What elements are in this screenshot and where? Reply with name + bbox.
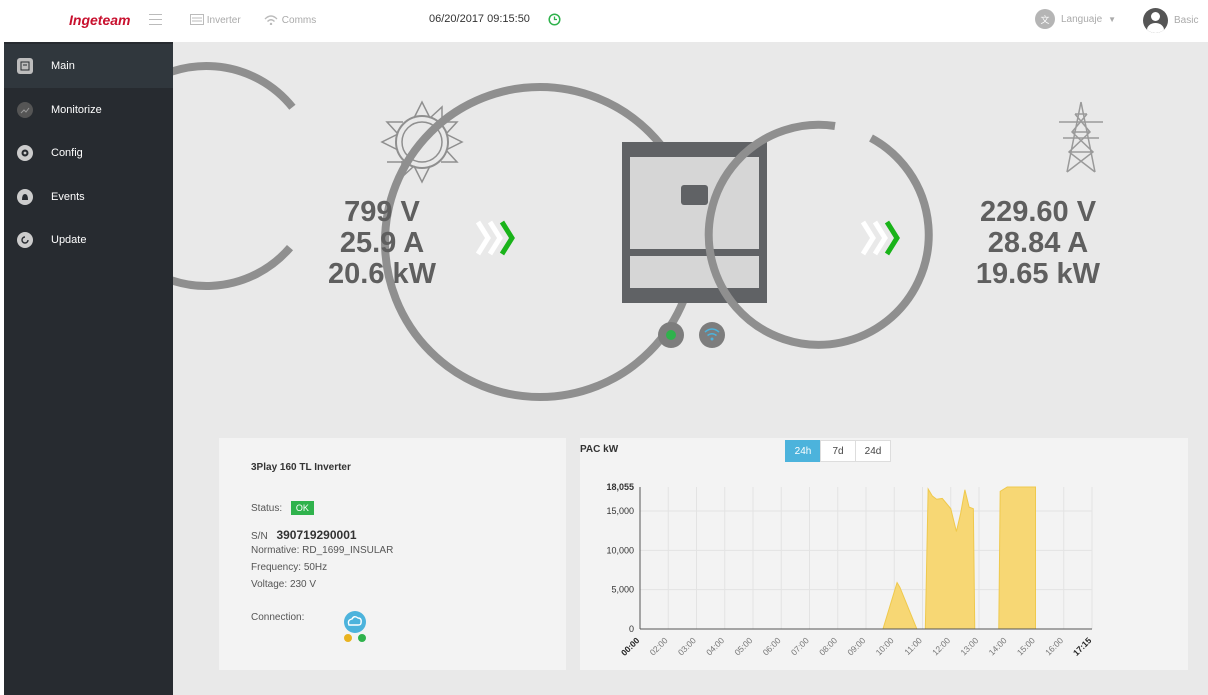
connection-label: Connection: (251, 612, 305, 623)
sn-label: S/N (251, 531, 268, 542)
language-icon: 文 (1035, 9, 1055, 29)
x-tick-label: 15:00 (1015, 635, 1037, 657)
monitor-icon (17, 102, 33, 118)
flow-arrow-grid (860, 220, 900, 256)
x-tick-label: 11:00 (902, 635, 924, 657)
x-tick-label: 12:00 (930, 635, 952, 657)
sn-value: 390719290001 (276, 528, 357, 542)
frequency-label: Frequency: (251, 562, 302, 573)
grid-voltage: 229.60 V (979, 196, 1097, 228)
language-label: Languaje (1061, 13, 1103, 25)
inverter-icon (190, 14, 204, 25)
x-tick-label: 02:00 (648, 635, 670, 657)
y-tick-label: 10,000 (606, 545, 634, 555)
voltage-value: 230 V (289, 579, 317, 590)
inverter-nav[interactable]: Inverter (190, 14, 241, 26)
wifi-icon (264, 15, 278, 26)
sidebar-item-update[interactable]: Update (4, 218, 173, 262)
x-tick-label: 16:00 (1043, 635, 1065, 657)
x-tick-label: 17:15 (1071, 635, 1094, 658)
y-max-label: 18,055 (606, 482, 634, 492)
x-tick-label: 00:00 (619, 635, 642, 658)
main-icon (17, 58, 33, 74)
frequency-row: Frequency: 50Hz (251, 562, 327, 573)
normative-row: Normative: RD_1699_INSULAR (251, 545, 393, 556)
normative-label: Normative: (251, 545, 300, 556)
menu-icon[interactable] (149, 14, 162, 25)
y-tick-label: 15,000 (606, 506, 634, 516)
flow-arrow-pv (475, 220, 515, 256)
x-tick-label: 09:00 (845, 635, 867, 657)
x-tick-label: 14:00 (987, 635, 1009, 657)
voltage-label: Voltage: (251, 579, 288, 590)
tower-icon (1059, 101, 1103, 173)
pac-chart-panel: PAC kW 24h 7d 24d 0 5,000 10,000 15,000 18,0… (580, 438, 1188, 670)
sidebar-item-label: Monitorize (51, 104, 102, 116)
status-row: Status: OK (251, 501, 314, 515)
sidebar-item-main[interactable]: Main (4, 44, 173, 88)
pac-chart: 0 5,000 10,000 15,000 18,055 00:00 02:00 03:00 0… (606, 482, 1094, 658)
voltage-row: Voltage: 230 V (251, 579, 316, 590)
inverter-info-panel: 3Play 160 TL Inverter Status: OK S/N 390… (219, 438, 566, 670)
sidebar: Main Monitorize Config Events Update (4, 42, 173, 695)
avatar (1143, 8, 1168, 33)
sidebar-item-label: Config (51, 147, 83, 159)
y-tick-label: 0 (629, 624, 634, 634)
x-tick-label: 10:00 (874, 635, 896, 657)
comms-nav[interactable]: Comms (263, 14, 316, 26)
gear-icon (17, 145, 33, 161)
x-tick-label: 06:00 (761, 635, 783, 657)
status-badge: OK (290, 501, 314, 515)
comms-label: Comms (281, 15, 317, 26)
grid-power: 19.65 kW (975, 258, 1101, 290)
datetime: 06/20/2017 09:15:50 (429, 13, 530, 25)
sidebar-item-config[interactable]: Config (4, 131, 173, 175)
pv-voltage: 799 V (344, 196, 420, 228)
brand-logo: Ingeteam (69, 12, 131, 28)
status-label: Status: (251, 503, 283, 514)
user-menu[interactable]: Basic (1143, 8, 1198, 33)
pv-power: 20.6 kW (328, 258, 436, 290)
x-tick-label: 08:00 (817, 635, 839, 657)
chevron-down-icon: ▼ (1108, 14, 1117, 24)
inverter-model: 3Play 160 TL Inverter (251, 462, 351, 473)
bell-icon (17, 189, 33, 205)
x-tick-label: 05:00 (732, 635, 754, 657)
frequency-value: 50Hz (303, 562, 328, 573)
normative-value: RD_1699_INSULAR (302, 545, 394, 556)
sidebar-item-label: Main (51, 60, 75, 72)
x-tick-label: 04:00 (704, 635, 726, 657)
pv-ring (173, 62, 296, 290)
user-role-label: Basic (1174, 15, 1199, 26)
update-icon (17, 232, 33, 248)
inverter-status-icons (658, 322, 725, 348)
sidebar-item-events[interactable]: Events (4, 175, 173, 219)
language-selector[interactable]: 文 Languaje ▼ (1035, 9, 1116, 29)
top-bar: Ingeteam Inverter Comms 06/20/2017 09:15… (0, 0, 1208, 42)
x-tick-label: 13:00 (958, 635, 980, 657)
sidebar-item-monitorize[interactable]: Monitorize (4, 88, 173, 132)
sidebar-item-label: Update (51, 234, 87, 246)
sidebar-item-label: Events (51, 191, 85, 203)
y-tick-label: 5,000 (611, 585, 634, 595)
sn-row: S/N 390719290001 (251, 528, 357, 542)
inverter-label: Inverter (206, 15, 241, 26)
pv-current: 25.9 A (339, 227, 425, 259)
inverter-icon (622, 142, 767, 303)
cloud-connection-icon[interactable] (341, 610, 377, 646)
x-tick-label: 07:00 (789, 635, 811, 657)
grid-current: 28.84 A (987, 227, 1089, 259)
x-tick-label: 03:00 (676, 635, 698, 657)
clock-icon (548, 13, 561, 26)
